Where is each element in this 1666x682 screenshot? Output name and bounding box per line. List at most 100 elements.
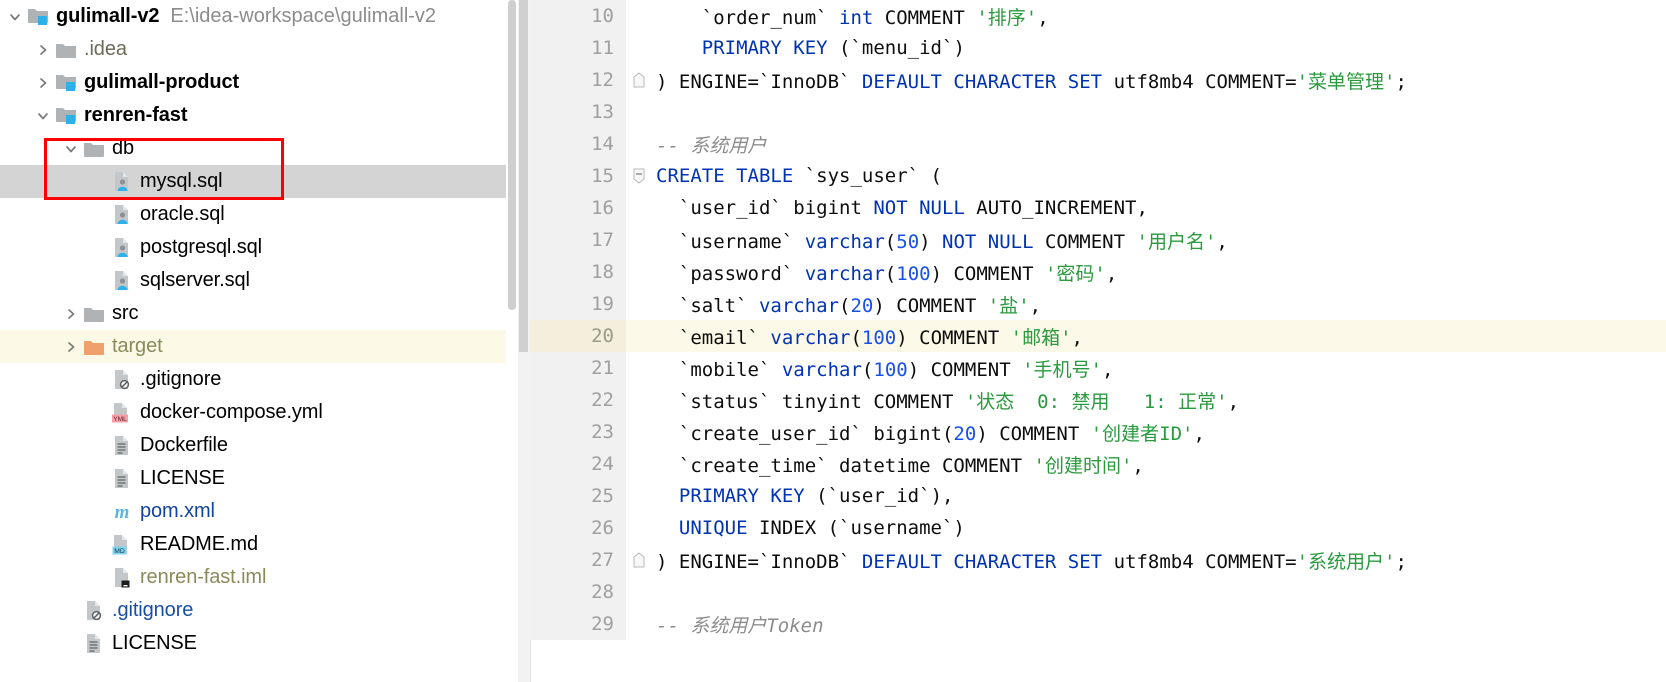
code-line[interactable]: 18 `password` varchar(100) COMMENT '密码', (530, 256, 1666, 288)
line-number[interactable]: 26 (530, 512, 626, 544)
code-line[interactable]: 13 (530, 96, 1666, 128)
chevron-right-icon[interactable] (32, 66, 54, 99)
tree-item-label: .idea (84, 38, 127, 60)
code-token: ) COMMENT (873, 294, 988, 317)
excluded-folder-icon (82, 330, 106, 363)
tree-item-dockerfile[interactable]: Dockerfile (0, 429, 518, 462)
code-line[interactable]: 29 -- 系统用户Token (530, 608, 1666, 640)
chevron-down-icon[interactable] (4, 0, 26, 33)
code-line[interactable]: 11 PRIMARY KEY (`menu_id`) (530, 32, 1666, 64)
code-token: , (1029, 294, 1042, 317)
tree-item-license[interactable]: LICENSE (0, 627, 518, 660)
code-token: CREATE TABLE (656, 165, 794, 187)
line-number[interactable]: 29 (530, 608, 626, 640)
line-number[interactable]: 24 (530, 448, 626, 480)
code-line[interactable]: 14 -- 系统用户 (530, 128, 1666, 160)
project-tree-panel[interactable]: gulimall-v2 E:\idea-workspace\gulimall-v2… (0, 0, 518, 682)
tree-item-gulimall-product[interactable]: gulimall-product (0, 66, 518, 99)
line-number[interactable]: 10 (530, 0, 626, 32)
code-line[interactable]: 27 ) ENGINE=`InnoDB` DEFAULT CHARACTER SE… (530, 544, 1666, 576)
fold-collapse-icon[interactable] (626, 160, 652, 192)
line-number[interactable]: 28 (530, 576, 626, 608)
line-number[interactable]: 20 (530, 320, 626, 352)
code-token: '排序' (976, 6, 1038, 29)
tree-item-pom-xml[interactable]: m pom.xml (0, 495, 518, 528)
code-line[interactable]: 10 `order_num` int COMMENT '排序', (530, 0, 1666, 32)
code-token: `username` (656, 230, 805, 253)
line-number[interactable]: 11 (530, 32, 626, 64)
tree-scrollbar-thumb[interactable] (508, 0, 516, 310)
line-number[interactable]: 13 (530, 96, 626, 128)
code-token: varchar (804, 230, 885, 253)
tree-item-db[interactable]: db (0, 132, 518, 165)
fold-end-icon[interactable] (626, 64, 652, 96)
tree-item-label: postgresql.sql (140, 236, 262, 258)
line-number[interactable]: 25 (530, 480, 626, 512)
tree-item-mysql-sql[interactable]: mysql.sql (0, 165, 518, 198)
code-line[interactable]: 19 `salt` varchar(20) COMMENT '盐', (530, 288, 1666, 320)
code-token: DEFAULT CHARACTER SET (861, 550, 1103, 573)
code-line[interactable]: 22 `status` tinyint COMMENT '状态 0: 禁用 1:… (530, 384, 1666, 416)
tree-vertical-scrollbar[interactable] (506, 0, 518, 682)
line-number[interactable]: 18 (530, 256, 626, 288)
line-number[interactable]: 14 (530, 128, 626, 160)
tree-item-renren-fast-iml[interactable]: renren-fast.iml (0, 561, 518, 594)
code-line[interactable]: 23 `create_user_id` bigint(20) COMMENT '… (530, 416, 1666, 448)
line-number[interactable]: 16 (530, 192, 626, 224)
chevron-down-icon[interactable] (60, 132, 82, 165)
code-line[interactable]: 21 `mobile` varchar(100) COMMENT '手机号', (530, 352, 1666, 384)
code-line[interactable]: 17 `username` varchar(50) NOT NULL COMME… (530, 224, 1666, 256)
chevron-down-icon[interactable] (32, 99, 54, 132)
code-line[interactable]: 24 `create_time` datetime COMMENT '创建时间'… (530, 448, 1666, 480)
project-path-note: E:\idea-workspace\gulimall-v2 (170, 5, 437, 27)
code-token: ) COMMENT (907, 358, 1023, 381)
code-line[interactable]: 15 CREATE TABLE `sys_user` ( (530, 160, 1666, 192)
tree-item-idea[interactable]: .idea (0, 33, 518, 66)
folder-icon (82, 297, 106, 330)
tree-item-src[interactable]: src (0, 297, 518, 330)
code-token: COMMENT (1033, 230, 1137, 253)
line-number[interactable]: 27 (530, 544, 626, 576)
chevron-right-icon[interactable] (60, 297, 82, 330)
chevron-right-icon[interactable] (32, 33, 54, 66)
text-file-icon (110, 462, 134, 495)
fold-end-icon[interactable] (626, 544, 652, 576)
code-token: '密码' (1044, 262, 1106, 285)
tree-item-renren-fast[interactable]: renren-fast (0, 99, 518, 132)
code-line[interactable]: 20 `email` varchar(100) COMMENT '邮箱', (530, 320, 1666, 352)
tree-item-postgresql-sql[interactable]: postgresql.sql (0, 231, 518, 264)
tree-item-gitignore[interactable]: .gitignore (0, 594, 518, 627)
tree-item-gulimall-v2[interactable]: gulimall-v2 E:\idea-workspace\gulimall-v2 (0, 0, 518, 33)
line-number[interactable]: 12 (530, 64, 626, 96)
tree-item-readme-md[interactable]: MD README.md (0, 528, 518, 561)
code-editor-panel[interactable]: 10 `order_num` int COMMENT '排序', 11 PRIMA… (518, 0, 1666, 682)
tree-item-docker-compose-yml[interactable]: YML docker-compose.yml (0, 396, 518, 429)
tree-item-license[interactable]: LICENSE (0, 462, 518, 495)
editor-scrollbar-thumb[interactable] (519, 0, 528, 352)
code-line[interactable]: 12) ENGINE=`InnoDB` DEFAULT CHARACTER SE… (530, 64, 1666, 96)
chevron-right-icon[interactable] (60, 330, 82, 363)
line-number[interactable]: 21 (530, 352, 626, 384)
line-number[interactable]: 19 (530, 288, 626, 320)
line-number[interactable]: 15 (530, 160, 626, 192)
code-line[interactable]: 16 `user_id` bigint NOT NULL AUTO_INCREM… (530, 192, 1666, 224)
line-number[interactable]: 17 (530, 224, 626, 256)
tree-item-target[interactable]: target (0, 330, 518, 363)
code-line[interactable]: 28 (530, 576, 1666, 608)
code-line[interactable]: 26 UNIQUE INDEX (`username`) (530, 512, 1666, 544)
tree-item-label: Dockerfile (140, 434, 228, 456)
code-token: ) ENGINE=`InnoDB` (656, 550, 862, 573)
tree-item-sqlserver-sql[interactable]: sqlserver.sql (0, 264, 518, 297)
tree-item-oracle-sql[interactable]: oracle.sql (0, 198, 518, 231)
line-number[interactable]: 23 (530, 416, 626, 448)
line-number[interactable]: 22 (530, 384, 626, 416)
code-token: '系统用户' (1296, 550, 1396, 573)
tree-item-gitignore[interactable]: .gitignore (0, 363, 518, 396)
code-line[interactable]: 25 PRIMARY KEY (`user_id`), (530, 480, 1666, 512)
code-token: , (1071, 326, 1083, 349)
